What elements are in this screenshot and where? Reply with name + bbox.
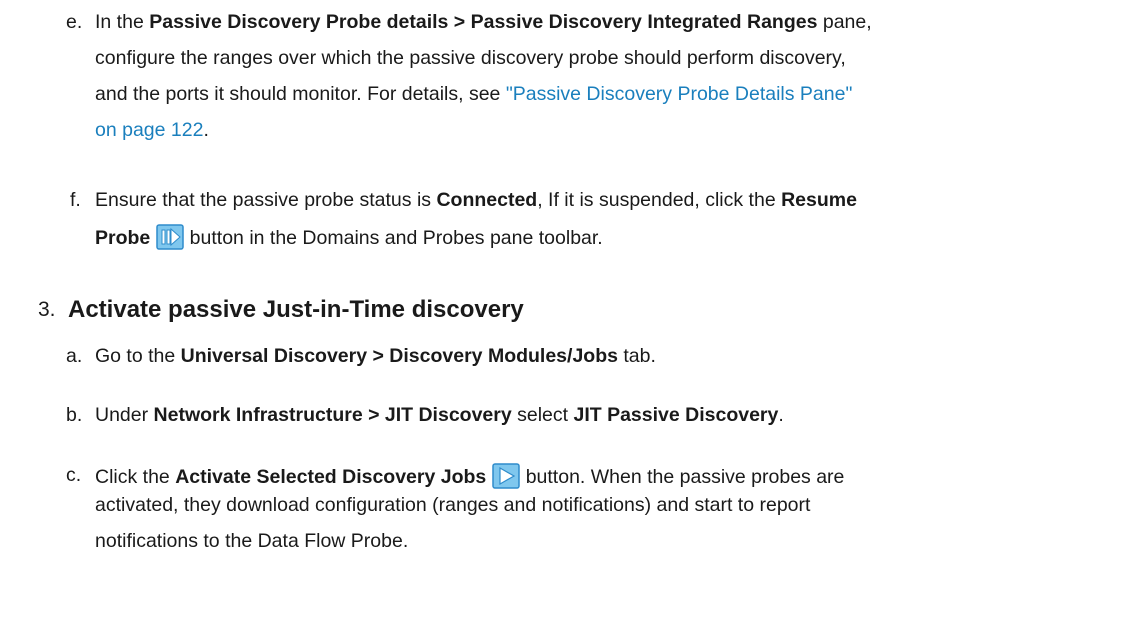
step-f-bold-probe: Probe	[95, 227, 151, 249]
step-c-text: button. When the passive probes are	[520, 466, 845, 488]
page-122-link[interactable]: on page 122	[95, 119, 203, 141]
step-b-bold-path: Network Infrastructure > JIT Discovery	[153, 404, 512, 426]
step-c-bold-button: Activate Selected Discovery Jobs	[175, 466, 487, 488]
step-a-label: a.	[66, 345, 83, 367]
step-3-number: 3.	[38, 298, 56, 321]
step-f-text: , If it is suspended, click the	[537, 189, 782, 211]
step-a-text: tab.	[617, 345, 656, 367]
step-a-line1: Go to the Universal Discovery > Discover…	[95, 344, 656, 368]
step-f-bold-connected: Connected	[436, 189, 538, 211]
step-e-line4: on page 122.	[95, 118, 209, 142]
step-e-text: In the	[95, 11, 150, 33]
step-e-text: and the ports it should monitor. For det…	[95, 83, 506, 105]
step-e-line3: and the ports it should monitor. For det…	[95, 82, 852, 106]
step-e-text: pane,	[817, 11, 872, 33]
step-e-end: .	[203, 119, 209, 141]
step-b-end: .	[778, 404, 784, 426]
resume-probe-icon	[156, 224, 185, 250]
step-f-label: f.	[70, 189, 81, 211]
step-f-bold-resume: Resume	[781, 189, 857, 211]
step-c-line1: Click the Activate Selected Discovery Jo…	[95, 463, 844, 489]
step-b-line1: Under Network Infrastructure > JIT Disco…	[95, 403, 784, 427]
step-b-bold-job: JIT Passive Discovery	[573, 404, 779, 426]
step-f-text: Ensure that the passive probe status is	[95, 189, 437, 211]
passive-probe-details-link[interactable]: "Passive Discovery Probe Details Pane"	[506, 83, 853, 105]
step-b-label: b.	[66, 404, 83, 426]
step-e-label: e.	[66, 11, 83, 33]
step-f-line2: Probe button in the Domains and Probes p…	[95, 224, 603, 250]
step-f-line1: Ensure that the passive probe status is …	[95, 188, 857, 212]
step-f-text: button in the Domains and Probes pane to…	[184, 227, 603, 249]
step-3-heading: Activate passive Just-in-Time discovery	[68, 296, 524, 323]
step-e-bold-path: Passive Discovery Probe details > Passiv…	[149, 11, 818, 33]
step-c-line2: activated, they download configuration (…	[95, 494, 811, 516]
activate-jobs-icon	[492, 463, 521, 489]
step-b-text: select	[511, 404, 574, 426]
step-c-label: c.	[66, 464, 82, 486]
step-a-text: Go to the	[95, 345, 181, 367]
step-c-line3: notifications to the Data Flow Probe.	[95, 530, 409, 552]
step-b-text: Under	[95, 404, 154, 426]
step-a-bold-tab: Universal Discovery > Discovery Modules/…	[180, 345, 618, 367]
step-e-line2: configure the ranges over which the pass…	[95, 47, 846, 69]
step-c-text: Click the	[95, 466, 176, 488]
step-e-line1: In the Passive Discovery Probe details >…	[95, 10, 872, 34]
